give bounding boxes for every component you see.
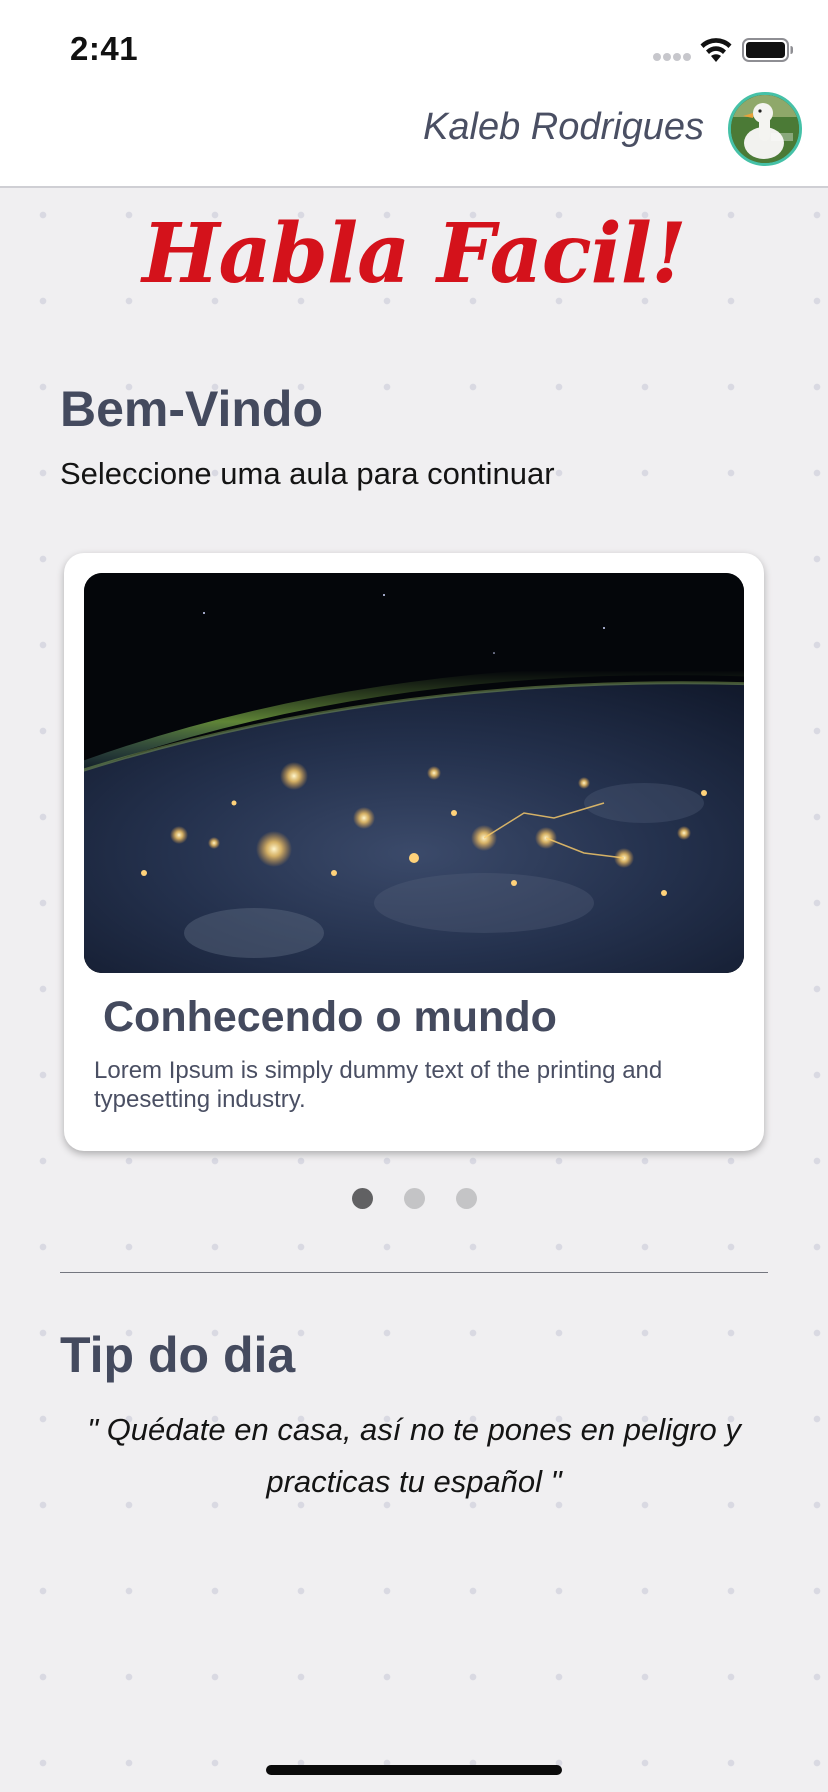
tip-title: Tip do dia <box>60 1327 296 1383</box>
wifi-icon <box>700 38 732 62</box>
duck-avatar-image <box>731 95 799 163</box>
status-time: 2:41 <box>70 30 139 67</box>
lesson-card-description: Lorem Ipsum is simply dummy text of the … <box>94 1057 663 1113</box>
app-logo: Habla Facil! <box>142 206 687 302</box>
lesson-card[interactable]: Conhecendo o mundo Lorem Ipsum is simply… <box>64 553 764 1151</box>
cellular-signal-icon <box>653 53 691 61</box>
status-bar: 2:41 <box>0 0 828 88</box>
top-header: Kaleb Rodrigues <box>0 88 828 188</box>
user-avatar[interactable] <box>728 92 802 166</box>
section-divider <box>60 1272 768 1273</box>
home-indicator[interactable] <box>266 1765 562 1775</box>
tip-quote: " Quédate en casa, así no te pones en pe… <box>87 1412 741 1499</box>
lesson-card-image <box>84 573 744 973</box>
battery-icon <box>742 38 793 62</box>
carousel-pagination <box>0 1188 828 1209</box>
carousel-dot-2[interactable] <box>403 1188 425 1209</box>
carousel-dot-1[interactable] <box>351 1188 373 1209</box>
carousel-dot-3[interactable] <box>455 1188 477 1209</box>
user-name[interactable]: Kaleb Rodrigues <box>423 106 704 149</box>
lesson-card-title: Conhecendo o mundo <box>103 993 557 1041</box>
welcome-title: Bem-Vindo <box>60 381 323 437</box>
welcome-subtitle: Seleccione uma aula para continuar <box>60 456 555 491</box>
earth-at-night-image <box>84 573 744 973</box>
